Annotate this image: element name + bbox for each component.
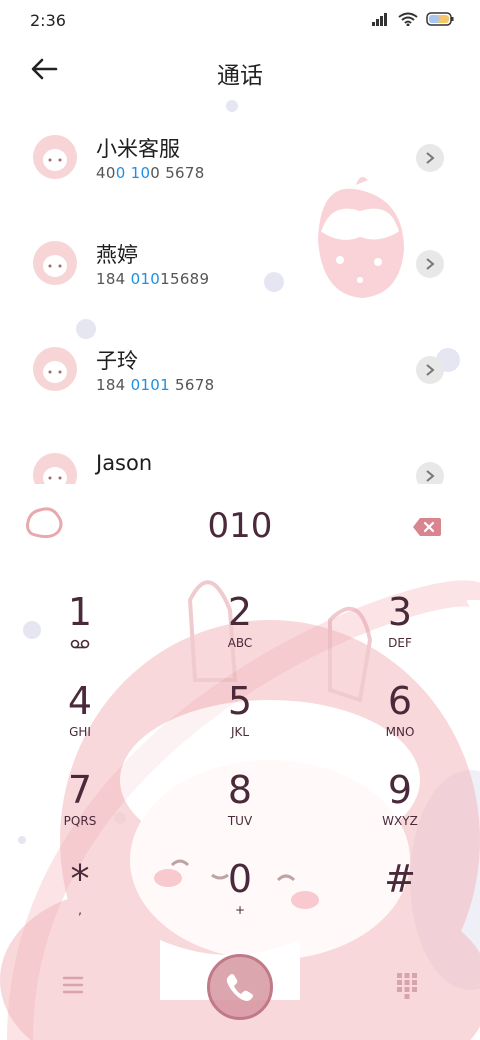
page-title: 通话 [217,63,263,89]
contact-name: Jason [96,451,153,475]
signal-icon [372,13,387,26]
backspace-icon [413,518,441,536]
menu-icon [62,976,84,994]
key-9[interactable]: 9 WXYZ [340,768,460,856]
bottom-bar [0,950,480,1030]
key-hash[interactable]: # [340,857,460,945]
battery-icon [426,12,454,26]
key-3[interactable]: 3 DEF [340,590,460,678]
contact-row[interactable]: Jason [0,418,480,484]
contact-row[interactable]: 小米客服 400 100 5678 [0,100,480,206]
chevron-right-icon [426,470,435,482]
contact-name: 小米客服 [96,137,180,161]
contact-row[interactable]: 燕婷 184 01015689 [0,206,480,312]
chevron-right-icon [426,152,435,164]
contact-number: 184 0101 5678 [96,376,215,394]
key-8[interactable]: 8 TUV [180,768,300,856]
key-6[interactable]: 6 MNO [340,679,460,767]
key-2[interactable]: 2 ABC [180,590,300,678]
avatar [33,135,77,179]
status-icons [372,12,454,26]
contact-row[interactable]: 子玲 184 0101 5678 [0,312,480,418]
contact-detail-button[interactable] [416,356,444,384]
call-button[interactable] [207,954,273,1020]
phone-icon [226,974,253,1001]
contact-detail-button[interactable] [416,144,444,172]
key-5[interactable]: 5 JKL [180,679,300,767]
chevron-right-icon [426,258,435,270]
header: 通话 [0,42,480,98]
menu-button[interactable] [58,972,88,998]
contact-number: 400 100 5678 [96,164,205,182]
voicemail-icon [70,639,90,649]
status-bar: 2:36 [0,0,480,42]
keypad: 1 2 ABC 3 DEF 4 GHI 5 JKL 6 MNO 7 PQRS 8… [0,580,480,940]
key-1[interactable]: 1 [20,590,140,678]
key-4[interactable]: 4 GHI [20,679,140,767]
key-7[interactable]: 7 PQRS [20,768,140,856]
avatar [33,347,77,391]
status-time: 2:36 [30,11,66,30]
key-0[interactable]: 0 + [180,857,300,945]
dialed-number: 010 [207,506,273,546]
key-star[interactable]: * , [20,857,140,945]
contact-name: 子玲 [96,349,138,373]
contact-name: 燕婷 [96,243,138,267]
contact-detail-button[interactable] [416,250,444,278]
keypad-toggle-button[interactable] [394,970,420,1000]
contact-number: 184 01015689 [96,270,210,288]
avatar [33,241,77,285]
contact-detail-button[interactable] [416,462,444,484]
delete-button[interactable] [412,516,442,538]
dial-display: 010 [0,500,480,556]
chevron-right-icon [426,364,435,376]
dialpad-icon [397,973,417,999]
contact-list[interactable]: 小米客服 400 100 5678 燕婷 184 01015689 子玲 184… [0,100,480,484]
avatar [33,453,77,484]
wifi-icon [398,12,418,26]
